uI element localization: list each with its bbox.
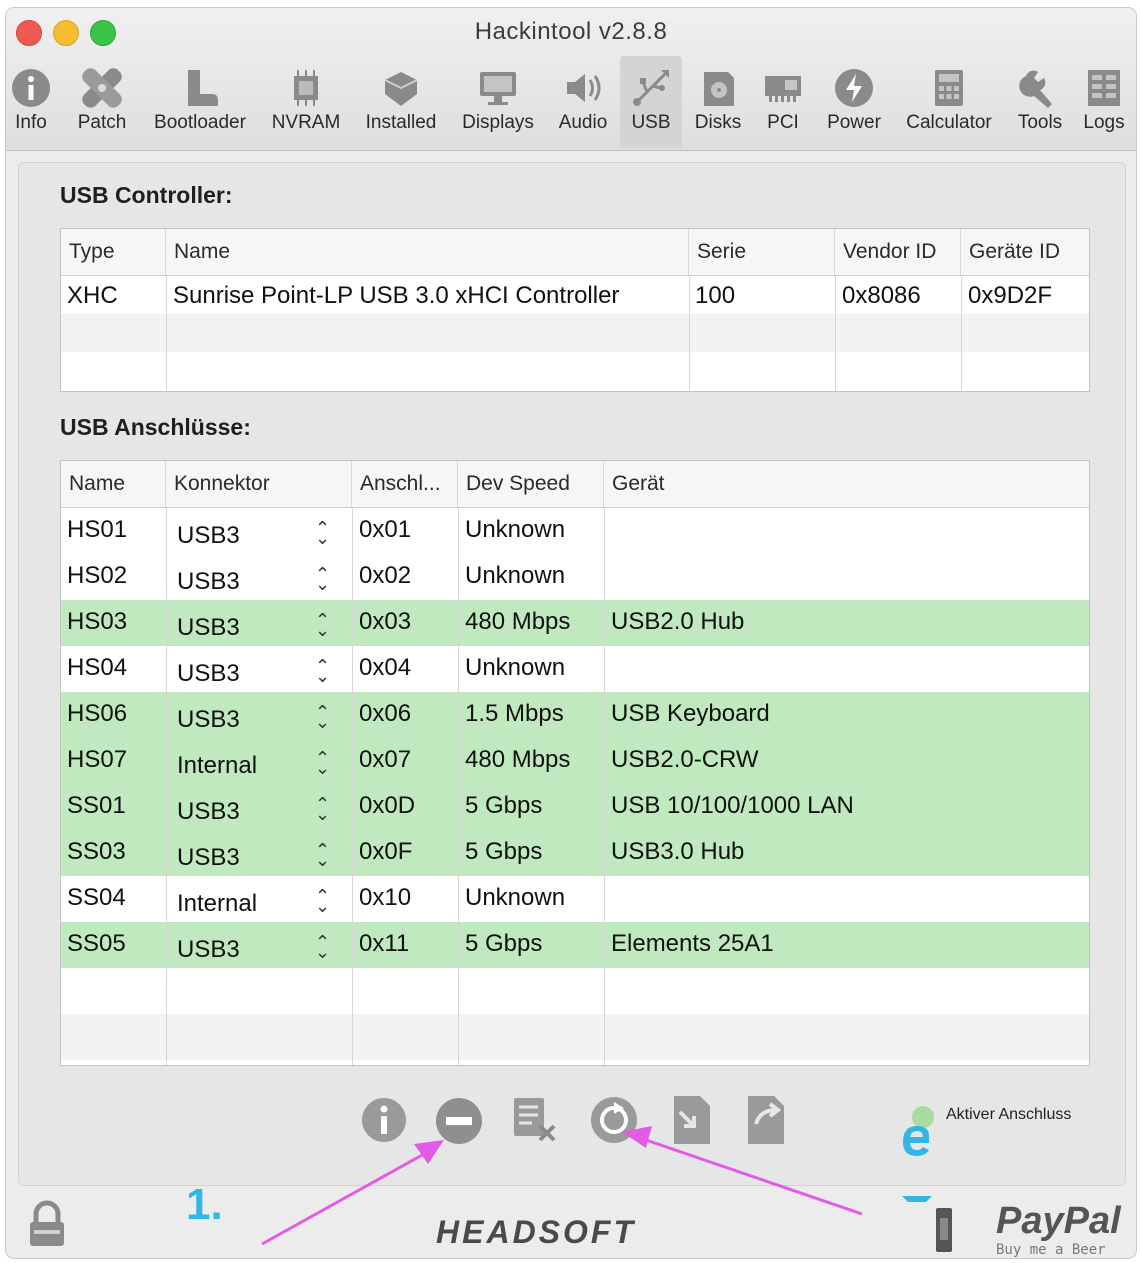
- arrow-to-remove-button: [261, 1140, 444, 1246]
- arrow-to-refresh-button: [622, 1126, 863, 1216]
- app-window: Hackintool v2.8.8 Info Patch Bootloader …: [6, 8, 1136, 1258]
- annotation-arrows: [261, 1126, 863, 1246]
